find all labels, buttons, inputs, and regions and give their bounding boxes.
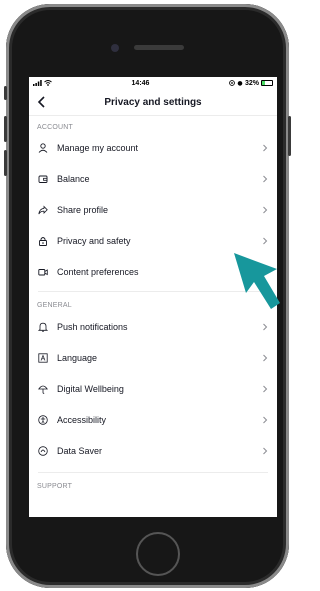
alarm-icon bbox=[237, 81, 243, 86]
bell-icon bbox=[38, 322, 48, 332]
umbrella-icon bbox=[38, 385, 48, 394]
front-camera bbox=[111, 44, 119, 52]
share-icon bbox=[38, 205, 48, 214]
silent-switch bbox=[4, 86, 7, 100]
section-header-account: ACCOUNT bbox=[37, 124, 74, 131]
lock-icon bbox=[39, 236, 47, 246]
status-time: 14:46 bbox=[131, 79, 150, 87]
list-item-push-notifications[interactable]: Push notifications bbox=[29, 311, 277, 342]
wallet-icon bbox=[38, 175, 48, 183]
volume-down-button bbox=[4, 150, 7, 176]
volume-up-button bbox=[4, 116, 7, 142]
item-label: Accessibility bbox=[57, 414, 107, 425]
item-label: Language bbox=[57, 352, 98, 363]
item-label: Push notifications bbox=[57, 321, 128, 332]
list-item-balance[interactable]: Balance bbox=[29, 163, 277, 194]
item-label: Manage my account bbox=[57, 142, 139, 153]
list-item-manage-account[interactable]: Manage my account bbox=[29, 132, 277, 163]
item-label: Share profile bbox=[57, 204, 109, 215]
chevron-right-icon bbox=[263, 416, 268, 423]
home-button[interactable] bbox=[136, 532, 180, 576]
item-label: Digital Wellbeing bbox=[57, 383, 124, 394]
section-header-support: SUPPORT bbox=[37, 483, 73, 490]
chevron-right-icon bbox=[263, 175, 268, 182]
chevron-right-icon bbox=[263, 385, 268, 392]
item-label: Balance bbox=[57, 173, 90, 184]
pointer-arrow-icon bbox=[234, 253, 280, 309]
video-icon bbox=[38, 268, 48, 275]
chevron-right-icon bbox=[263, 206, 268, 213]
wifi-icon bbox=[44, 80, 52, 86]
page-title: Privacy and settings bbox=[104, 96, 202, 108]
language-icon bbox=[38, 352, 48, 363]
navigation-bar: Privacy and settings bbox=[29, 89, 277, 116]
list-item-digital-wellbeing[interactable]: Digital Wellbeing bbox=[29, 373, 277, 404]
location-icon bbox=[229, 80, 235, 86]
power-button bbox=[288, 116, 291, 156]
list-item-language[interactable]: Language bbox=[29, 342, 277, 373]
status-bar: 14:46 32% bbox=[29, 77, 277, 89]
battery-icon bbox=[260, 80, 273, 86]
accessibility-icon bbox=[38, 414, 48, 425]
back-arrow-icon[interactable] bbox=[35, 95, 49, 109]
list-item-share-profile[interactable]: Share profile bbox=[29, 194, 277, 225]
list-item-data-saver[interactable]: Data Saver bbox=[29, 435, 277, 466]
person-icon bbox=[38, 142, 48, 153]
battery-percentage: 32% bbox=[244, 79, 259, 87]
signal-icon bbox=[33, 80, 42, 86]
chevron-right-icon bbox=[263, 354, 268, 361]
data-saver-icon bbox=[38, 445, 48, 456]
chevron-right-icon bbox=[263, 447, 268, 454]
list-item-accessibility[interactable]: Accessibility bbox=[29, 404, 277, 435]
earpiece-speaker bbox=[134, 45, 184, 50]
chevron-right-icon bbox=[263, 323, 268, 330]
item-label: Data Saver bbox=[57, 445, 103, 456]
chevron-right-icon bbox=[263, 144, 268, 151]
battery-level bbox=[261, 81, 266, 85]
